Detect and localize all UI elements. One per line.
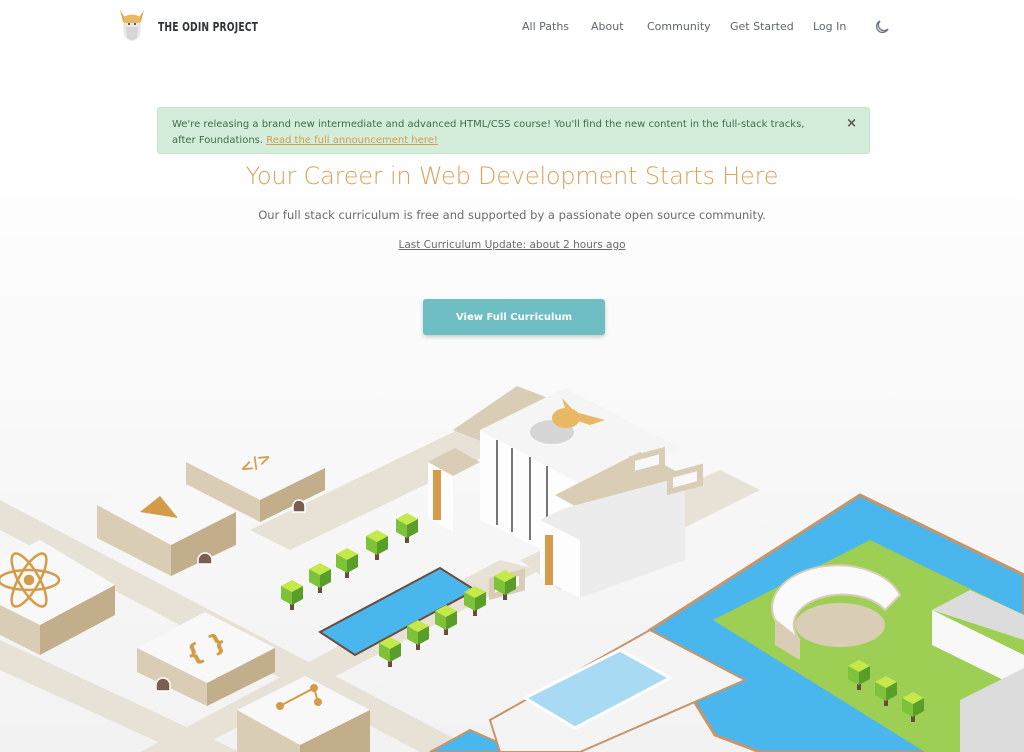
announcement-link[interactable]: Read the full announcement here! <box>266 135 438 146</box>
tree <box>366 530 388 560</box>
tree <box>407 620 429 650</box>
tree <box>435 605 457 635</box>
hero-title: Your Career in Web Development Starts He… <box>245 162 779 190</box>
moon-icon[interactable] <box>874 19 890 35</box>
nav-links: All Paths About Community Get Started Lo… <box>0 0 1024 56</box>
announcement-banner: We're releasing a brand new intermediate… <box>157 107 870 154</box>
navbar: THE ODIN PROJECT All Paths About Communi… <box>0 0 1024 56</box>
main-building <box>428 386 685 598</box>
nav-link-community[interactable]: Community <box>647 20 711 33</box>
view-curriculum-button[interactable]: View Full Curriculum <box>423 299 605 335</box>
tree <box>281 580 303 610</box>
tree <box>396 513 418 543</box>
tree <box>379 637 401 667</box>
nav-link-get-started[interactable]: Get Started <box>730 20 794 33</box>
city-illustration: </> { } <box>0 386 1024 752</box>
close-banner-button[interactable]: × <box>846 116 857 132</box>
tree <box>464 586 486 616</box>
nav-link-log-in[interactable]: Log In <box>813 20 846 33</box>
last-update-link[interactable]: Last Curriculum Update: about 2 hours ag… <box>398 239 625 251</box>
hero-subtitle: Our full stack curriculum is free and su… <box>258 208 766 222</box>
tree <box>336 548 358 578</box>
nav-link-about[interactable]: About <box>591 20 624 33</box>
last-update: Last Curriculum Update: about 2 hours ag… <box>0 239 1024 251</box>
nav-link-all-paths[interactable]: All Paths <box>522 20 569 33</box>
tree <box>309 563 331 593</box>
